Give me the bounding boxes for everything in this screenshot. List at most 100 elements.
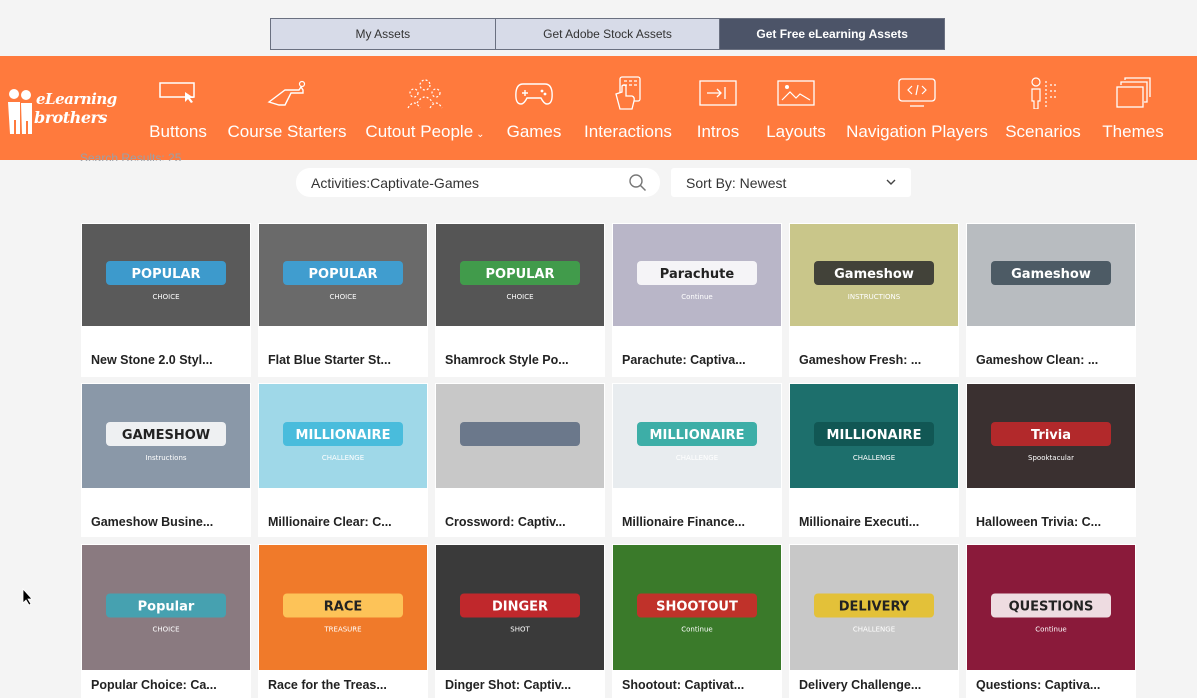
asset-card-title[interactable]: Shootout: Captivat... [622, 678, 744, 692]
asset-card-title[interactable]: Gameshow Busine... [91, 515, 213, 529]
sort-dropdown[interactable]: Sort By: Newest [671, 168, 911, 197]
layout-image-icon [777, 80, 815, 106]
nav-label: Themes [1102, 122, 1164, 141]
nav-label: Cutout People [365, 122, 474, 141]
nav-label: Buttons [149, 122, 207, 141]
asset-card-title[interactable]: New Stone 2.0 Styl... [91, 353, 213, 367]
brothers-figures-icon [8, 89, 32, 134]
asset-card-title[interactable]: Crossword: Captiv... [445, 515, 566, 529]
asset-card[interactable]: POPULAR CHOICE Flat Blue Starter St... [258, 223, 428, 377]
nav-interactions[interactable]: Interactions [582, 56, 674, 160]
asset-card[interactable]: POPULAR CHOICE New Stone 2.0 Styl... [81, 223, 251, 377]
asset-card-title[interactable]: Halloween Trivia: C... [976, 515, 1101, 529]
asset-card-title[interactable]: Race for the Treas... [268, 678, 387, 692]
asset-thumbnail: QUESTIONS Continue [967, 545, 1135, 670]
asset-card-title[interactable]: Flat Blue Starter St... [268, 353, 391, 367]
thumbnail-title: Gameshow [1011, 267, 1091, 282]
nav-label: Layouts [766, 122, 826, 141]
nav-navigation-players[interactable]: Navigation Players [846, 56, 988, 160]
thumbnail-title: POPULAR [308, 267, 377, 282]
thumbnail-title: MILLIONAIRE [827, 428, 922, 443]
asset-card-title[interactable]: Gameshow Fresh: ... [799, 353, 921, 367]
asset-card[interactable]: MILLIONAIRE CHALLENGE Millionaire Executi.… [789, 383, 959, 537]
nav-scenarios[interactable]: Scenarios [1005, 56, 1081, 160]
starter-pistol-icon [267, 80, 306, 106]
asset-card-title[interactable]: Millionaire Finance... [622, 515, 745, 529]
asset-thumbnail: Popular CHOICE [82, 545, 250, 670]
thumbnail-title: DINGER [492, 600, 548, 615]
asset-thumbnail: POPULAR CHOICE [259, 224, 427, 326]
nav-themes[interactable]: Themes [1102, 56, 1164, 160]
asset-card-title[interactable]: Parachute: Captiva... [622, 353, 746, 367]
elearning-brothers-logo[interactable]: eLearning brothers [6, 84, 117, 136]
mouse-cursor-icon [22, 588, 33, 606]
nav-label: Interactions [584, 122, 672, 141]
thumbnail-subtitle: CHOICE [152, 626, 179, 634]
asset-card-title[interactable]: Gameshow Clean: ... [976, 353, 1098, 367]
thumbnail-subtitle: SHOT [510, 626, 530, 634]
asset-card-title[interactable]: Millionaire Clear: C... [268, 515, 392, 529]
asset-card[interactable]: DINGER SHOT Dinger Shot: Captiv... [435, 544, 605, 698]
thumbnail-title: DELIVERY [839, 600, 910, 615]
nav-cutout-people[interactable]: Cutout People ⌄ [364, 56, 486, 160]
asset-card[interactable]: Trivia Spooktacular Halloween Trivia: C... [966, 383, 1136, 537]
thumbnail-subtitle: CHOICE [152, 293, 179, 301]
people-icon [407, 79, 443, 109]
asset-thumbnail: Trivia Spooktacular [967, 384, 1135, 488]
nav-label: Course Starters [227, 122, 347, 141]
asset-card[interactable]: RACE TREASURE Race for the Treas... [258, 544, 428, 698]
asset-card[interactable]: Gameshow INSTRUCTIONS Gameshow Fresh: ... [789, 223, 959, 377]
asset-card[interactable]: GAMESHOW Instructions Gameshow Busine... [81, 383, 251, 537]
asset-thumbnail: Parachute Continue [613, 224, 781, 326]
thumbnail-title: Popular [138, 600, 195, 615]
thumbnail-subtitle: Spooktacular [1028, 454, 1074, 462]
asset-thumbnail: MILLIONAIRE CHALLENGE [613, 384, 781, 488]
asset-card-title[interactable]: Delivery Challenge... [799, 678, 921, 692]
asset-thumbnail: POPULAR CHOICE [436, 224, 604, 326]
asset-card[interactable]: Gameshow Gameshow Clean: ... [966, 223, 1136, 377]
asset-card[interactable]: QUESTIONS Continue Questions: Captiva... [966, 544, 1136, 698]
thumbnail-subtitle: TREASURE [323, 626, 361, 634]
nav-label: Intros [696, 122, 740, 141]
nav-course-starters[interactable]: Course Starters [227, 56, 347, 160]
asset-thumbnail: DINGER SHOT [436, 545, 604, 670]
nav-layouts[interactable]: Layouts [766, 56, 826, 160]
search-icon[interactable] [628, 173, 648, 193]
asset-thumbnail: POPULAR CHOICE [82, 224, 250, 326]
asset-thumbnail: RACE TREASURE [259, 545, 427, 670]
search-box [296, 168, 660, 197]
thumbnail-subtitle: CHALLENGE [676, 454, 718, 462]
thumbnail-subtitle: CHALLENGE [853, 626, 895, 634]
asset-card[interactable]: DELIVERY CHALLENGE Delivery Challenge... [789, 544, 959, 698]
category-nav: eLearning brothers Buttons Course Starte… [0, 56, 1197, 160]
asset-card[interactable]: SHOOTOUT Continue Shootout: Captivat... [612, 544, 782, 698]
nav-buttons[interactable]: Buttons [148, 56, 208, 160]
search-input[interactable] [311, 174, 621, 191]
asset-card[interactable]: Parachute Continue Parachute: Captiva... [612, 223, 782, 377]
nav-label: Scenarios [1005, 122, 1081, 141]
thumbnail-title: SHOOTOUT [656, 600, 738, 615]
button-cursor-icon [159, 82, 195, 103]
asset-card-title[interactable]: Shamrock Style Po... [445, 353, 569, 367]
asset-card-title[interactable]: Popular Choice: Ca... [91, 678, 217, 692]
asset-card[interactable]: Popular CHOICE Popular Choice: Ca... [81, 544, 251, 698]
asset-card[interactable]: Crossword: Captiv... [435, 383, 605, 537]
thumbnail-title: POPULAR [485, 267, 554, 282]
asset-card-title[interactable]: Dinger Shot: Captiv... [445, 678, 571, 692]
thumbnail-title: POPULAR [131, 267, 200, 282]
nav-games[interactable]: Games [506, 56, 562, 160]
asset-card[interactable]: MILLIONAIRE CHALLENGE Millionaire Clear: C… [258, 383, 428, 537]
thumbnail-title: GAMESHOW [122, 428, 210, 443]
tab-adobe-stock-assets[interactable]: Get Adobe Stock Assets [495, 19, 720, 49]
nav-intros[interactable]: Intros [694, 56, 742, 160]
thumbnail-subtitle: INSTRUCTIONS [848, 293, 901, 301]
search-results-count: Search Results: 25 [80, 152, 182, 161]
asset-card-title[interactable]: Millionaire Executi... [799, 515, 919, 529]
asset-card[interactable]: MILLIONAIRE CHALLENGE Millionaire Finance.… [612, 383, 782, 537]
asset-card-title[interactable]: Questions: Captiva... [976, 678, 1100, 692]
tab-my-assets[interactable]: My Assets [271, 19, 495, 49]
thumbnail-title: RACE [324, 600, 363, 615]
asset-tabs: My Assets Get Adobe Stock Assets Get Fre… [270, 18, 945, 50]
tab-free-elearning-assets[interactable]: Get Free eLearning Assets [720, 19, 945, 49]
asset-card[interactable]: POPULAR CHOICE Shamrock Style Po... [435, 223, 605, 377]
